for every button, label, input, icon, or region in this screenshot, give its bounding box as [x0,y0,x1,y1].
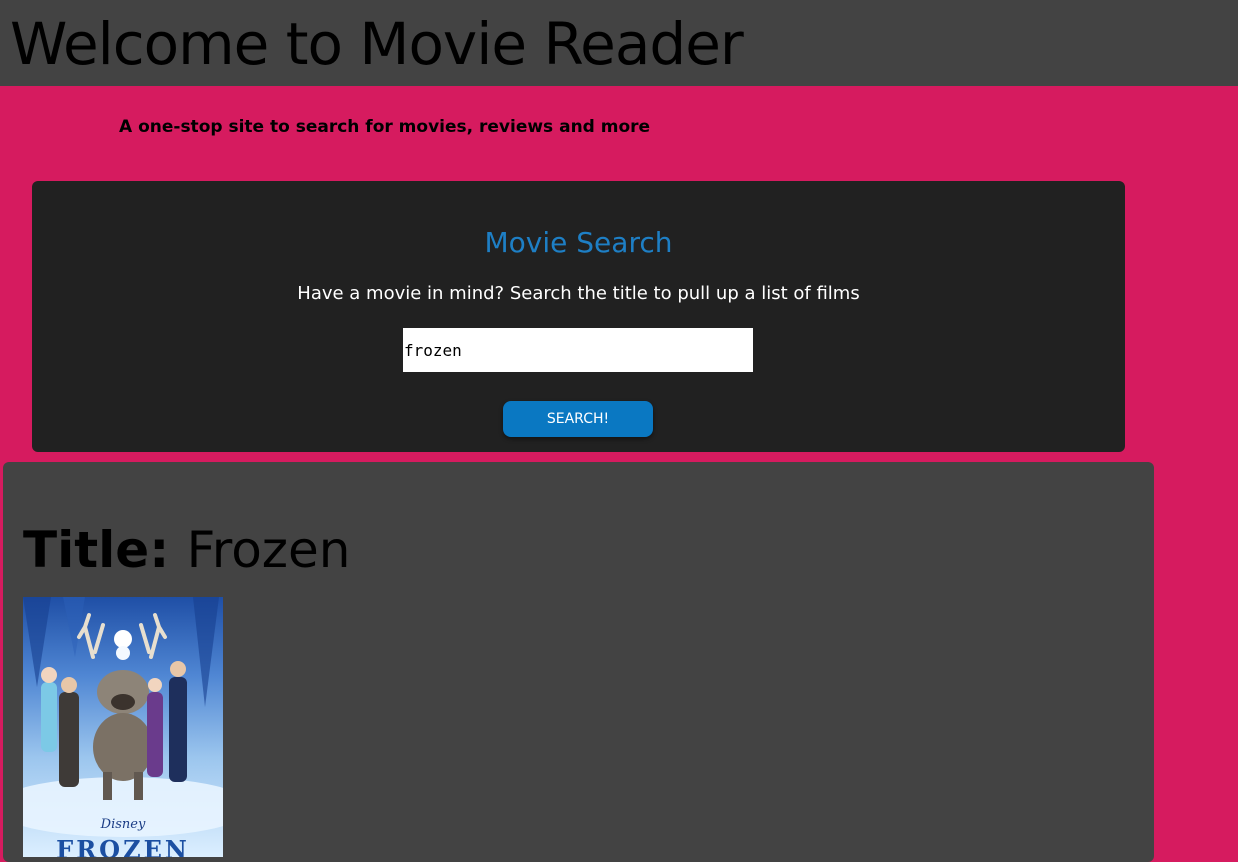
site-tagline: A one-stop site to search for movies, re… [119,117,651,137]
poster-studio-text: Disney [100,817,146,832]
movie-poster: Disney FROZEN [23,597,223,857]
search-heading: Movie Search [484,226,673,259]
movie-result-panel: Title: Frozen Disney FROZEN [3,462,1154,862]
poster-movie-text: FROZEN [56,835,190,857]
search-description: Have a movie in mind? Search the title t… [297,283,860,304]
site-title: Welcome to Movie Reader [10,10,744,78]
search-input[interactable] [403,328,753,372]
search-button[interactable]: SEARCH! [503,401,653,437]
result-title-label: Title: [23,521,170,579]
page-header: Welcome to Movie Reader [0,0,1238,86]
result-title: Title: Frozen [23,520,351,580]
result-title-value: Frozen [186,521,351,579]
movie-search-panel: Movie Search Have a movie in mind? Searc… [32,181,1125,452]
